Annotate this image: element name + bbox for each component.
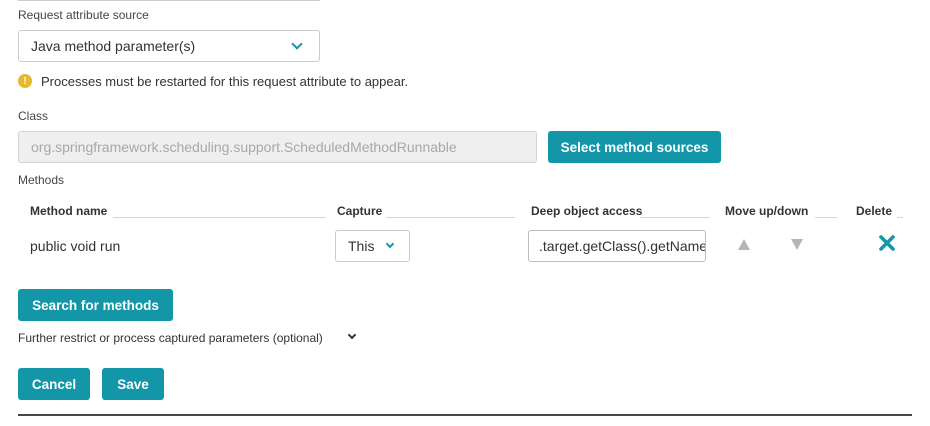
header-move: Move up/down bbox=[725, 204, 809, 218]
header-deep-object-access: Deep object access bbox=[531, 204, 643, 218]
bottom-divider bbox=[18, 414, 912, 416]
header-delete: Delete bbox=[856, 204, 893, 218]
cancel-button[interactable]: Cancel bbox=[18, 368, 90, 400]
capture-select[interactable]: This bbox=[335, 230, 410, 262]
method-name-cell: public void run bbox=[30, 238, 121, 254]
methods-label: Methods bbox=[18, 173, 65, 187]
save-button[interactable]: Save bbox=[102, 368, 164, 400]
top-divider bbox=[18, 0, 320, 1]
chevron-down-icon bbox=[385, 239, 395, 249]
source-select[interactable]: Java method parameter(s) bbox=[18, 30, 320, 62]
search-for-methods-button[interactable]: Search for methods bbox=[18, 289, 173, 321]
header-capture: Capture bbox=[337, 204, 383, 218]
further-restrict-toggle-label[interactable]: Further restrict or process captured par… bbox=[18, 331, 323, 345]
header-divider bbox=[897, 217, 903, 218]
header-divider bbox=[113, 217, 326, 218]
header-divider bbox=[815, 217, 837, 218]
deep-object-access-value: .target.getClass().getName() bbox=[539, 238, 706, 254]
move-down-icon[interactable] bbox=[791, 239, 803, 250]
restart-warning: ! Processes must be restarted for this r… bbox=[18, 72, 408, 90]
class-label: Class bbox=[18, 109, 49, 123]
header-divider bbox=[640, 217, 710, 218]
deep-object-access-input[interactable]: .target.getClass().getName() bbox=[528, 230, 706, 262]
class-input-value: org.springframework.scheduling.support.S… bbox=[31, 139, 457, 155]
chevron-down-icon[interactable] bbox=[347, 330, 357, 340]
chevron-down-icon bbox=[291, 38, 303, 50]
delete-icon[interactable] bbox=[878, 234, 896, 252]
capture-select-value: This bbox=[348, 238, 375, 254]
warning-text: Processes must be restarted for this req… bbox=[41, 73, 409, 89]
class-input: org.springframework.scheduling.support.S… bbox=[18, 131, 537, 163]
header-method-name: Method name bbox=[30, 204, 108, 218]
move-up-icon[interactable] bbox=[738, 239, 750, 250]
source-label: Request attribute source bbox=[18, 8, 149, 22]
info-circle-icon: ! bbox=[18, 74, 32, 88]
select-method-sources-button[interactable]: Select method sources bbox=[548, 131, 721, 163]
source-select-value: Java method parameter(s) bbox=[31, 38, 196, 54]
header-divider bbox=[386, 217, 515, 218]
